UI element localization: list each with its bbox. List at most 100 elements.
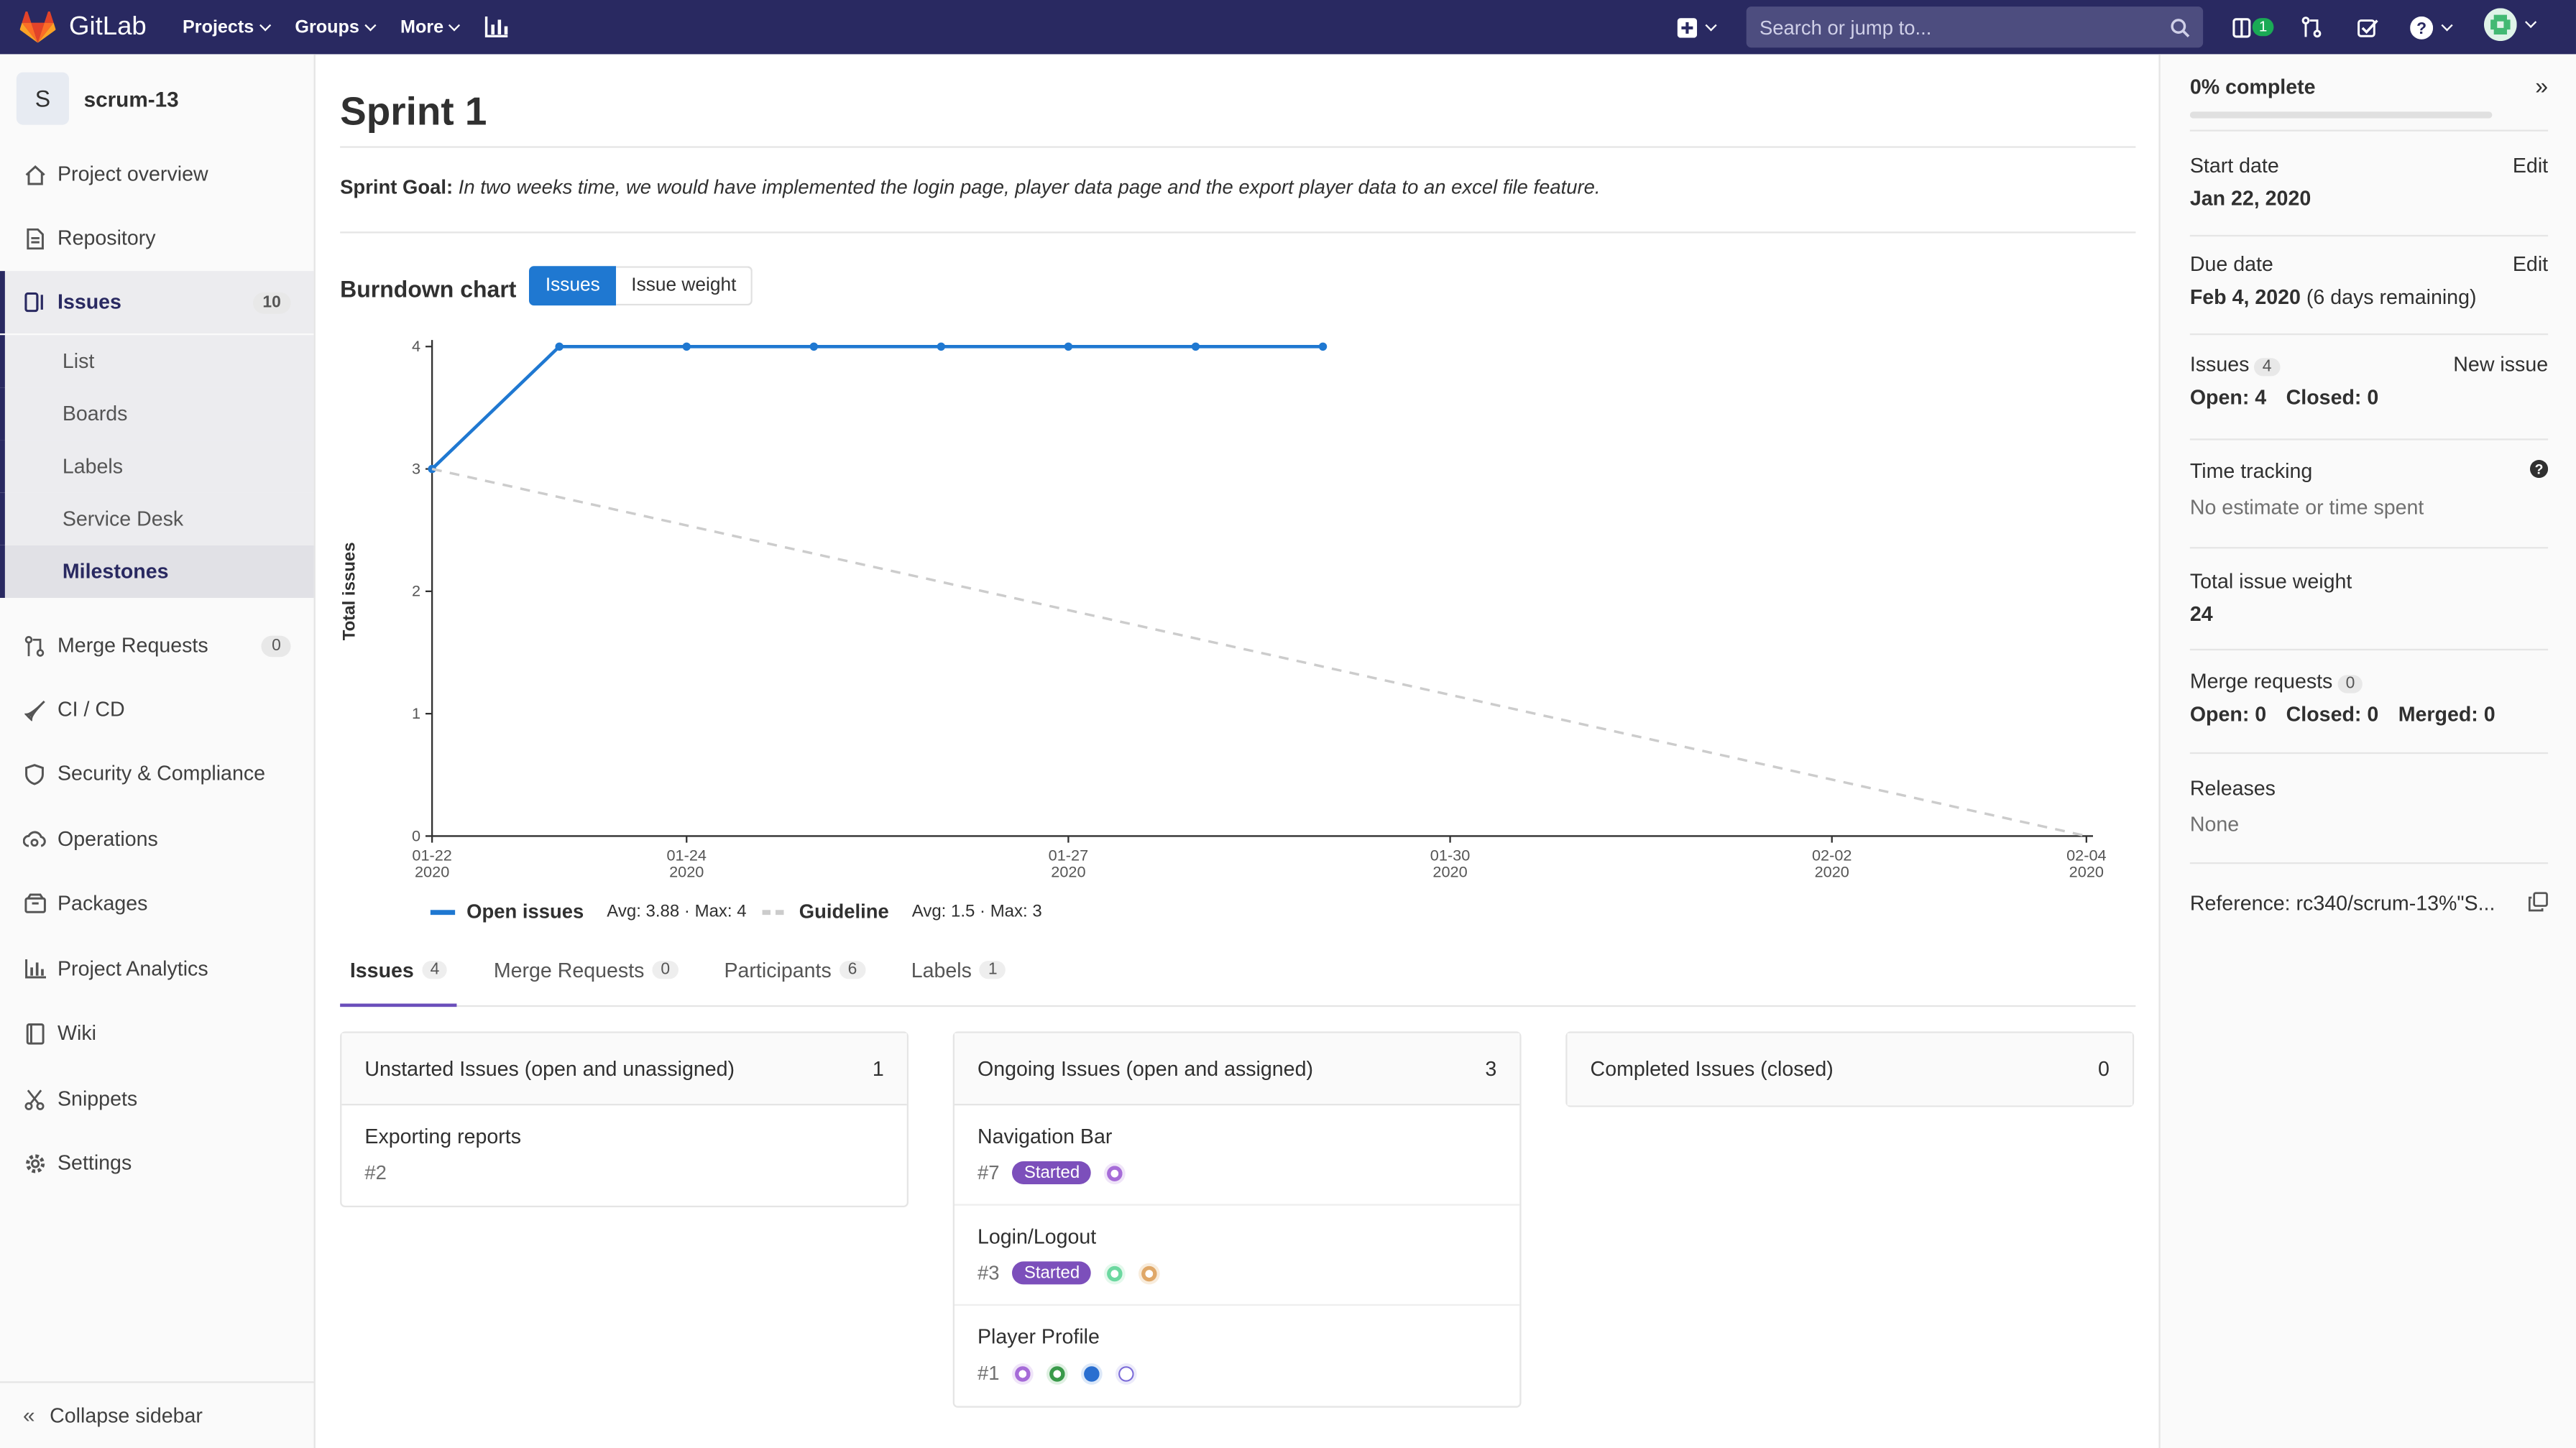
start-date-value: Jan 22, 2020	[2189, 187, 2312, 211]
sprint-goal: Sprint Goal: In two weeks time, we would…	[340, 176, 1600, 199]
user-menu[interactable]	[2483, 7, 2537, 40]
tab-merge-requests[interactable]: Merge Requests 0	[484, 953, 688, 1007]
issues-todo-button[interactable]	[2358, 13, 2379, 41]
sidebar-item-repository[interactable]: Repository	[0, 207, 314, 269]
issues-toggle-button[interactable]: Issues	[528, 266, 617, 306]
analytics-button[interactable]	[484, 16, 509, 38]
column-title: Unstarted Issues (open and unassigned)	[364, 1056, 735, 1080]
assignee-avatar[interactable]	[1116, 1362, 1138, 1384]
milestone-progress: 0% complete »	[2189, 73, 2548, 119]
due-date-remaining: (6 days remaining)	[2306, 285, 2477, 309]
sidebar-item-issues[interactable]: Issues 10	[0, 271, 314, 333]
assignee-avatar[interactable]	[1081, 1362, 1103, 1384]
sidebar-subitem-label: List	[62, 349, 95, 373]
tab-labels[interactable]: Labels 1	[901, 953, 1016, 1007]
merge-requests-button[interactable]	[2301, 13, 2322, 41]
tab-count: 6	[840, 961, 865, 979]
column-count: 3	[1485, 1056, 1497, 1080]
search-input[interactable]	[1746, 15, 2149, 39]
top-navbar: GitLab Projects Groups More 1	[0, 0, 2576, 55]
tab-participants[interactable]: Participants 6	[714, 953, 875, 1007]
help-icon[interactable]: ?	[2529, 459, 2549, 483]
new-item-dropdown[interactable]	[1677, 13, 1717, 41]
label-started-badge[interactable]: Started	[1012, 1161, 1092, 1184]
sidebar-subitem-milestones[interactable]: Milestones	[0, 545, 314, 598]
sidebar-subitem-labels[interactable]: Labels	[0, 440, 314, 493]
shield-icon	[23, 762, 46, 785]
sidebar-item-label: Settings	[57, 1151, 132, 1175]
legend-swatch-open	[430, 909, 456, 914]
sidebar-subitem-service-desk[interactable]: Service Desk	[0, 492, 314, 545]
groups-menu[interactable]: Groups	[295, 17, 376, 38]
issue-title-link[interactable]: Exporting reports	[364, 1125, 883, 1148]
assignee-avatar[interactable]	[1138, 1262, 1161, 1284]
assignee-avatar[interactable]	[1012, 1362, 1034, 1384]
bar-chart-icon	[484, 16, 508, 37]
divider	[2189, 234, 2549, 237]
gitlab-logo[interactable]: GitLab	[19, 10, 147, 44]
issue-ref: #7	[977, 1161, 1000, 1184]
more-menu[interactable]: More	[400, 17, 461, 38]
collapse-sidebar-button[interactable]: « Collapse sidebar	[0, 1380, 314, 1448]
sidebar-subitem-boards[interactable]: Boards	[0, 387, 314, 441]
open-issues-point	[682, 342, 691, 351]
svg-text:?: ?	[2535, 461, 2544, 477]
start-date-edit-link[interactable]: Edit	[2513, 155, 2548, 177]
y-tick-label: 3	[412, 459, 420, 477]
tab-issues[interactable]: Issues 4	[340, 953, 458, 1007]
projects-menu[interactable]: Projects	[183, 17, 271, 38]
reference-block: Reference: rc340/scrum-13%"S...	[2190, 892, 2548, 915]
y-tick-label: 0	[412, 826, 420, 844]
due-date-edit-link[interactable]: Edit	[2513, 253, 2548, 276]
sidebar-item-ci-cd[interactable]: CI / CD	[0, 678, 314, 741]
collapse-right-sidebar-icon[interactable]: »	[2535, 73, 2548, 99]
due-date-value-row: Feb 4, 2020 (6 days remaining)	[2190, 286, 2548, 309]
sidebar-item-wiki[interactable]: Wiki	[0, 1002, 314, 1064]
sidebar-item-project-analytics[interactable]: Project Analytics	[0, 938, 314, 1000]
tab-count: 0	[652, 961, 678, 979]
ongoing-issues-column: Ongoing Issues (open and assigned) 3 Nav…	[952, 1031, 1522, 1408]
groups-menu-label: Groups	[295, 17, 359, 37]
chart-legend: Open issues Avg: 3.88 · Max: 4 Guideline…	[430, 900, 1055, 923]
progress-bar	[2189, 111, 2493, 119]
total-weight-block: Total issue weight 24	[2190, 570, 2548, 626]
sidebar-item-operations[interactable]: Operations	[0, 808, 314, 871]
sidebar-subitem-list[interactable]: List	[0, 335, 314, 388]
collapse-sidebar-label: Collapse sidebar	[50, 1403, 203, 1427]
sidebar-toggle-icon	[2232, 17, 2251, 37]
guideline-series	[431, 467, 2087, 838]
sidebar-item-settings[interactable]: Settings	[0, 1132, 314, 1194]
issue-title-link[interactable]: Player Profile	[978, 1326, 1496, 1349]
x-tick-label-date: 01-24	[666, 847, 707, 864]
sidebar-item-security-compliance[interactable]: Security & Compliance	[0, 742, 314, 805]
x-tick-label-year: 2020	[415, 863, 449, 881]
issue-title-link[interactable]: Login/Logout	[978, 1225, 1496, 1248]
legend-guideline-name: Guideline	[799, 900, 889, 923]
user-avatar-icon	[2483, 7, 2517, 40]
label-started-badge[interactable]: Started	[1012, 1261, 1092, 1285]
sidebar-item-label: Issues	[57, 290, 121, 314]
assignee-avatar[interactable]	[1046, 1362, 1069, 1384]
issue-title-link[interactable]: Navigation Bar	[978, 1125, 1496, 1148]
divider	[2189, 648, 2549, 651]
help-dropdown[interactable]: ?	[2410, 13, 2453, 41]
legend-open-name: Open issues	[466, 900, 584, 923]
issues-closed: Closed: 0	[2286, 386, 2379, 410]
search-icon[interactable]	[2170, 17, 2190, 37]
copy-icon[interactable]	[2528, 892, 2548, 916]
project-header[interactable]: S scrum-13	[0, 54, 314, 142]
new-issue-link[interactable]: New issue	[2453, 353, 2548, 376]
todos-button[interactable]: 1	[2232, 13, 2274, 41]
help-circle-icon: ?	[2410, 15, 2434, 39]
sidebar-item-merge-requests[interactable]: Merge Requests 0	[0, 614, 314, 677]
issue-weight-toggle-button[interactable]: Issue weight	[616, 266, 753, 306]
tab-label: Labels	[911, 959, 972, 982]
sidebar-item-packages[interactable]: Packages	[0, 872, 314, 935]
completed-issues-column: Completed Issues (closed) 0	[1565, 1031, 2135, 1107]
sidebar-item-snippets[interactable]: Snippets	[0, 1068, 314, 1130]
sidebar-item-project-overview[interactable]: Project overview	[0, 143, 314, 206]
brand-name: GitLab	[68, 12, 147, 40]
assignee-avatar[interactable]	[1104, 1262, 1126, 1284]
assignee-avatar[interactable]	[1104, 1162, 1126, 1184]
x-tick-label-date: 02-02	[1812, 847, 1852, 864]
